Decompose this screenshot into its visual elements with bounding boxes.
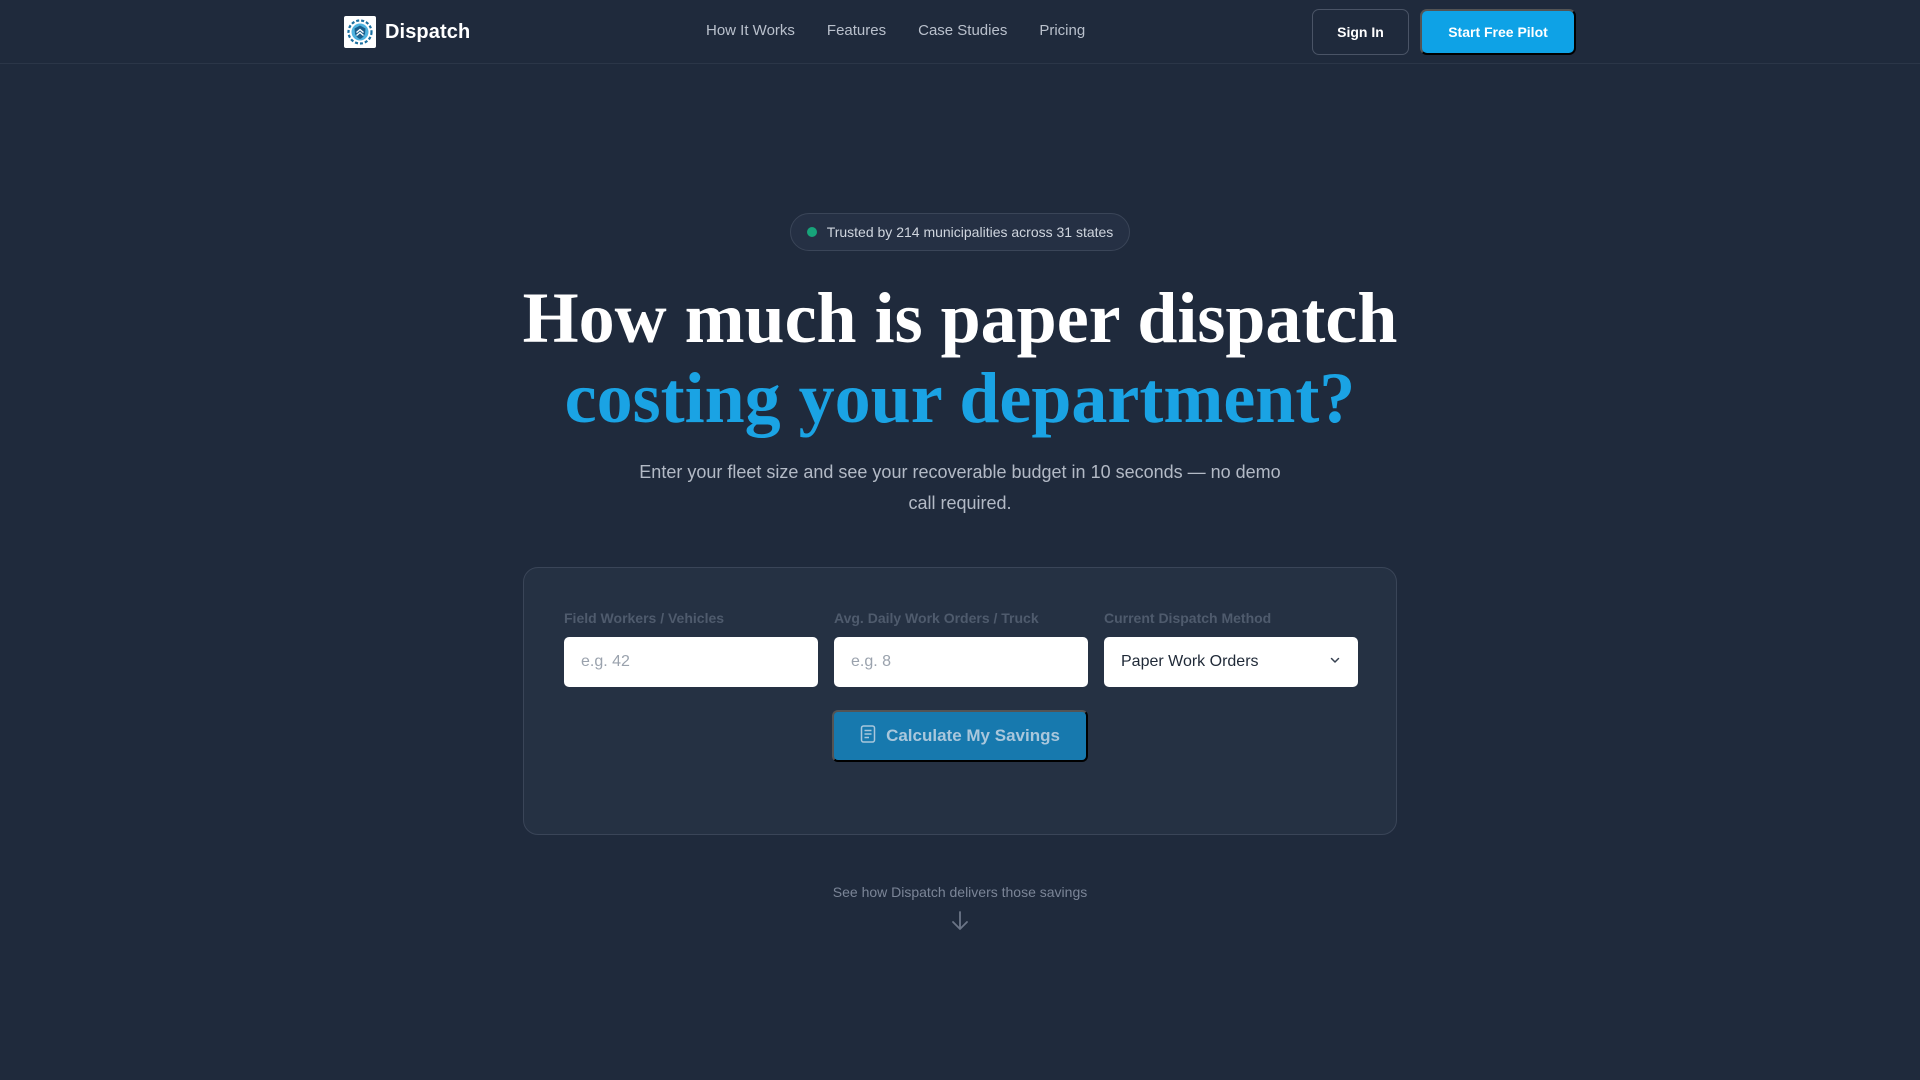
start-free-pilot-button[interactable]: Start Free Pilot: [1420, 9, 1576, 55]
calculate-savings-label: Calculate My Savings: [886, 726, 1060, 745]
trust-badge: Trusted by 214 municipalities across 31 …: [790, 213, 1130, 251]
calculate-savings-button[interactable]: Calculate My Savings: [832, 710, 1088, 762]
brand-home-link[interactable]: Dispatch: [344, 16, 470, 48]
dispatch-method-value: Paper Work Orders: [1121, 653, 1259, 670]
top-nav: Dispatch How It Works Features Case Stud…: [0, 0, 1920, 64]
dispatch-method-group: Current Dispatch Method Paper Work Order…: [1104, 610, 1358, 687]
arrow-down-icon[interactable]: [950, 910, 970, 937]
nav-link-case-studies[interactable]: Case Studies: [918, 22, 1007, 39]
hero-subtitle: Enter your fleet size and see your recov…: [639, 462, 1281, 513]
headline-line-2: costing your department?: [564, 358, 1356, 438]
scroll-hint-text: See how Dispatch delivers those savings: [832, 884, 1088, 900]
daily-work-orders-label: Avg. Daily Work Orders / Truck: [834, 610, 1039, 626]
logo-icon: [344, 16, 376, 48]
daily-work-orders-group: Avg. Daily Work Orders / Truck: [834, 610, 1088, 687]
field-workers-group: Field Workers / Vehicles: [564, 610, 818, 687]
dispatch-method-select[interactable]: Paper Work Orders: [1104, 637, 1358, 687]
nav-link-pricing[interactable]: Pricing: [1039, 22, 1085, 39]
trust-badge-text: Trusted by 214 municipalities across 31 …: [826, 224, 1114, 240]
nav-link-how-it-works[interactable]: How It Works: [706, 22, 795, 39]
sign-in-button[interactable]: Sign In: [1312, 9, 1409, 55]
status-dot-icon: [806, 227, 817, 237]
savings-calculator-card: Field Workers / Vehicles Avg. Daily Work…: [523, 567, 1397, 835]
chevron-down-icon: [1329, 653, 1341, 671]
field-workers-input[interactable]: [564, 637, 818, 687]
nav-link-features[interactable]: Features: [827, 22, 886, 39]
field-workers-label: Field Workers / Vehicles: [564, 610, 725, 626]
hero-headline: How much is paper dispatch costing your …: [0, 278, 1920, 438]
nav-links: How It Works Features Case Studies Prici…: [706, 22, 1085, 39]
daily-work-orders-input[interactable]: [834, 637, 1088, 687]
headline-line-1: How much is paper dispatch: [522, 278, 1398, 358]
dispatch-method-label: Current Dispatch Method: [1104, 610, 1272, 626]
document-icon: [860, 724, 876, 748]
brand-name: Dispatch: [385, 20, 471, 43]
